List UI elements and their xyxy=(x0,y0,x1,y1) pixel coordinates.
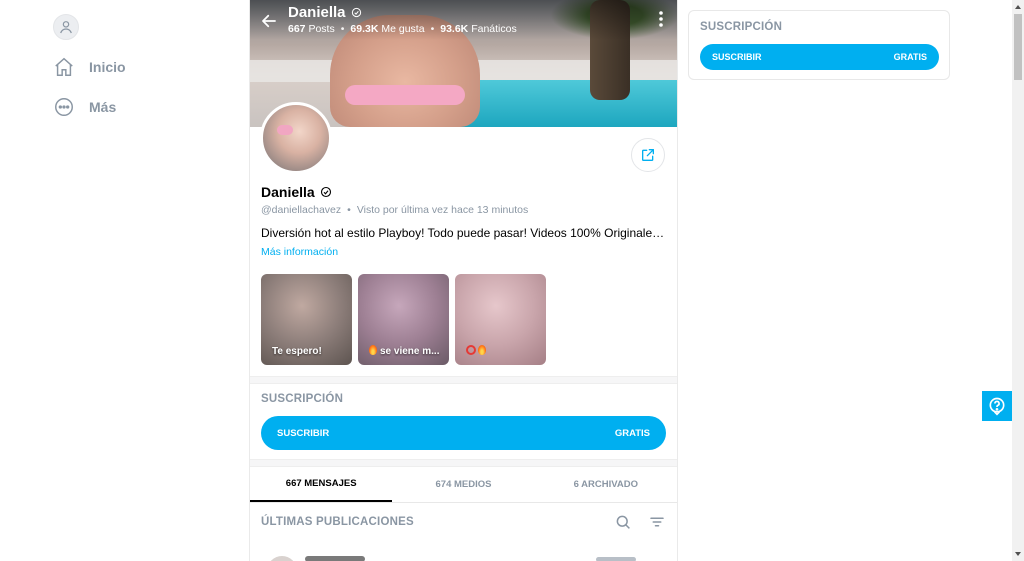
more-info-link[interactable]: Más información xyxy=(261,246,338,258)
subscribe-label: SUSCRIBIR xyxy=(277,427,330,439)
help-icon xyxy=(989,397,1005,416)
sort-icon[interactable] xyxy=(648,513,666,531)
divider xyxy=(250,459,677,467)
sidebar-subscription-title: SUSCRIPCIÓN xyxy=(700,21,783,33)
kebab-menu-icon[interactable] xyxy=(657,10,665,28)
last-seen: Visto por última vez hace 13 minutos xyxy=(356,204,529,216)
fire-icon xyxy=(478,345,486,355)
share-button[interactable] xyxy=(631,138,665,172)
stat-fans: 93.6K Fanáticos xyxy=(440,23,517,35)
nav-item-more[interactable]: Más xyxy=(53,95,116,119)
highlight-label: se viene m... xyxy=(369,345,439,357)
user-icon xyxy=(60,21,72,34)
tab-posts[interactable]: 667 MENSAJES xyxy=(250,467,393,502)
subscribe-price: GRATIS xyxy=(614,427,650,439)
home-icon xyxy=(55,57,73,76)
help-button[interactable] xyxy=(982,391,1012,421)
profile-handle[interactable]: @daniellachavez xyxy=(261,204,341,216)
tab-archived[interactable]: 6 ARCHIVADO xyxy=(535,467,677,502)
tab-media[interactable]: 674 MEDIOS xyxy=(392,467,534,502)
profile-bio: Diversión hot al estilo Playboy! Todo pu… xyxy=(261,226,666,240)
verified-icon xyxy=(351,7,361,18)
highlight-label xyxy=(466,345,489,357)
stat-posts: 667 Posts xyxy=(288,23,335,35)
no-symbol-icon xyxy=(466,345,476,355)
left-navigation: Inicio Más xyxy=(0,0,249,561)
scroll-up-arrow[interactable] xyxy=(1015,5,1021,9)
post-preview[interactable] xyxy=(261,552,666,561)
highlights: Te espero! se viene m... xyxy=(261,274,546,365)
profile-meta: @daniellachavez • Visto por última vez h… xyxy=(261,204,529,216)
profile-column: Daniella 667 Posts • 69.3K Me gusta • 93… xyxy=(249,0,678,561)
highlight-item[interactable] xyxy=(455,274,546,365)
highlight-item[interactable]: Te espero! xyxy=(261,274,352,365)
latest-posts-title: ÚLTIMAS PUBLICACIONES xyxy=(261,516,414,528)
scroll-down-arrow[interactable] xyxy=(1015,552,1021,556)
fire-icon xyxy=(369,345,377,355)
divider xyxy=(250,376,677,384)
share-icon xyxy=(642,149,654,161)
sidebar-subscribe-button[interactable]: SUSCRIBIR GRATIS xyxy=(700,44,939,70)
nav-item-label: Más xyxy=(89,99,117,115)
header-stats: 667 Posts • 69.3K Me gusta • 93.6K Fanát… xyxy=(288,23,517,35)
subscription-card: SUSCRIPCIÓN SUSCRIBIR GRATIS xyxy=(688,10,950,80)
search-icon[interactable] xyxy=(614,513,632,531)
verified-icon xyxy=(320,186,331,198)
post-avatar xyxy=(267,556,297,561)
scroll-thumb[interactable] xyxy=(1014,14,1022,80)
user-avatar[interactable] xyxy=(53,14,79,40)
profile-avatar[interactable] xyxy=(260,102,332,174)
latest-tools xyxy=(614,513,666,531)
stat-likes: 69.3K Me gusta xyxy=(350,23,425,35)
subscribe-label: SUSCRIBIR xyxy=(712,52,762,62)
nav-item-label: Inicio xyxy=(89,59,126,75)
content-tabs: 667 MENSAJES 674 MEDIOS 6 ARCHIVADO xyxy=(250,467,677,503)
subscription-title: SUSCRIPCIÓN xyxy=(261,393,344,405)
cover-header: Daniella 667 Posts • 69.3K Me gusta • 93… xyxy=(260,4,517,35)
back-arrow-icon[interactable] xyxy=(260,12,278,30)
nav-item-home[interactable]: Inicio xyxy=(53,55,126,79)
highlight-item[interactable]: se viene m... xyxy=(358,274,449,365)
subscribe-price: GRATIS xyxy=(893,52,927,62)
cover-name: Daniella xyxy=(288,4,517,21)
subscribe-button[interactable]: SUSCRIBIR GRATIS xyxy=(261,416,666,450)
more-circle-icon xyxy=(55,98,73,116)
header-name: Daniella xyxy=(288,4,346,21)
page-scrollbar[interactable] xyxy=(1012,0,1024,561)
highlight-label: Te espero! xyxy=(272,346,322,357)
profile-name: Daniella xyxy=(261,184,332,200)
